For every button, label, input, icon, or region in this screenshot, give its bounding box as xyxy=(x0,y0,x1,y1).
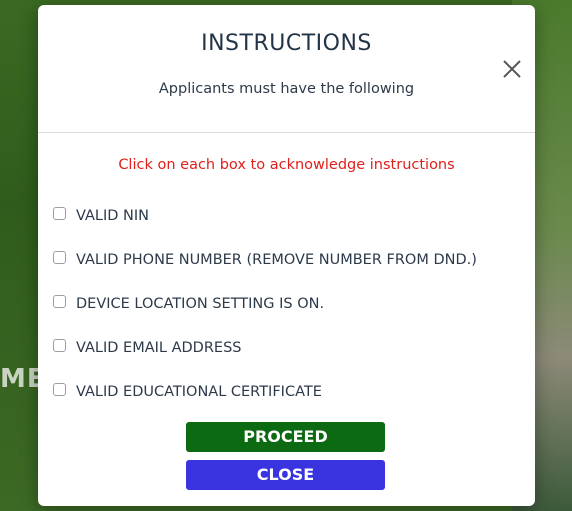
checklist-item[interactable]: DEVICE LOCATION SETTING IS ON. xyxy=(53,294,324,314)
checklist-label: DEVICE LOCATION SETTING IS ON. xyxy=(76,296,325,312)
close-button[interactable]: CLOSE xyxy=(186,460,385,490)
checkbox[interactable] xyxy=(53,338,66,352)
header-divider xyxy=(38,132,535,133)
checkbox[interactable] xyxy=(53,206,66,220)
instructions-modal: INSTRUCTIONS Applicants must have the fo… xyxy=(38,5,535,506)
checklist-item[interactable]: VALID EMAIL ADDRESS xyxy=(53,338,242,358)
checklist-label: VALID EMAIL ADDRESS xyxy=(76,340,242,356)
checklist-item[interactable]: VALID PHONE NUMBER (REMOVE NUMBER FROM D… xyxy=(53,250,477,270)
checklist-label: VALID EDUCATIONAL CERTIFICATE xyxy=(76,384,322,400)
acknowledge-notice: Click on each box to acknowledge instruc… xyxy=(118,157,455,173)
checklist-label: VALID PHONE NUMBER (REMOVE NUMBER FROM D… xyxy=(76,252,477,268)
checklist-label: VALID NIN xyxy=(76,208,150,224)
close-icon[interactable] xyxy=(499,56,525,82)
checkbox[interactable] xyxy=(53,250,66,264)
modal-subtitle: Applicants must have the following xyxy=(158,81,415,97)
proceed-button[interactable]: PROCEED xyxy=(186,422,385,452)
checkbox[interactable] xyxy=(53,382,66,396)
checkbox[interactable] xyxy=(53,294,66,308)
modal-title: INSTRUCTIONS xyxy=(201,31,372,56)
checklist-item[interactable]: VALID NIN xyxy=(53,206,149,226)
checklist-item[interactable]: VALID EDUCATIONAL CERTIFICATE xyxy=(53,382,322,402)
